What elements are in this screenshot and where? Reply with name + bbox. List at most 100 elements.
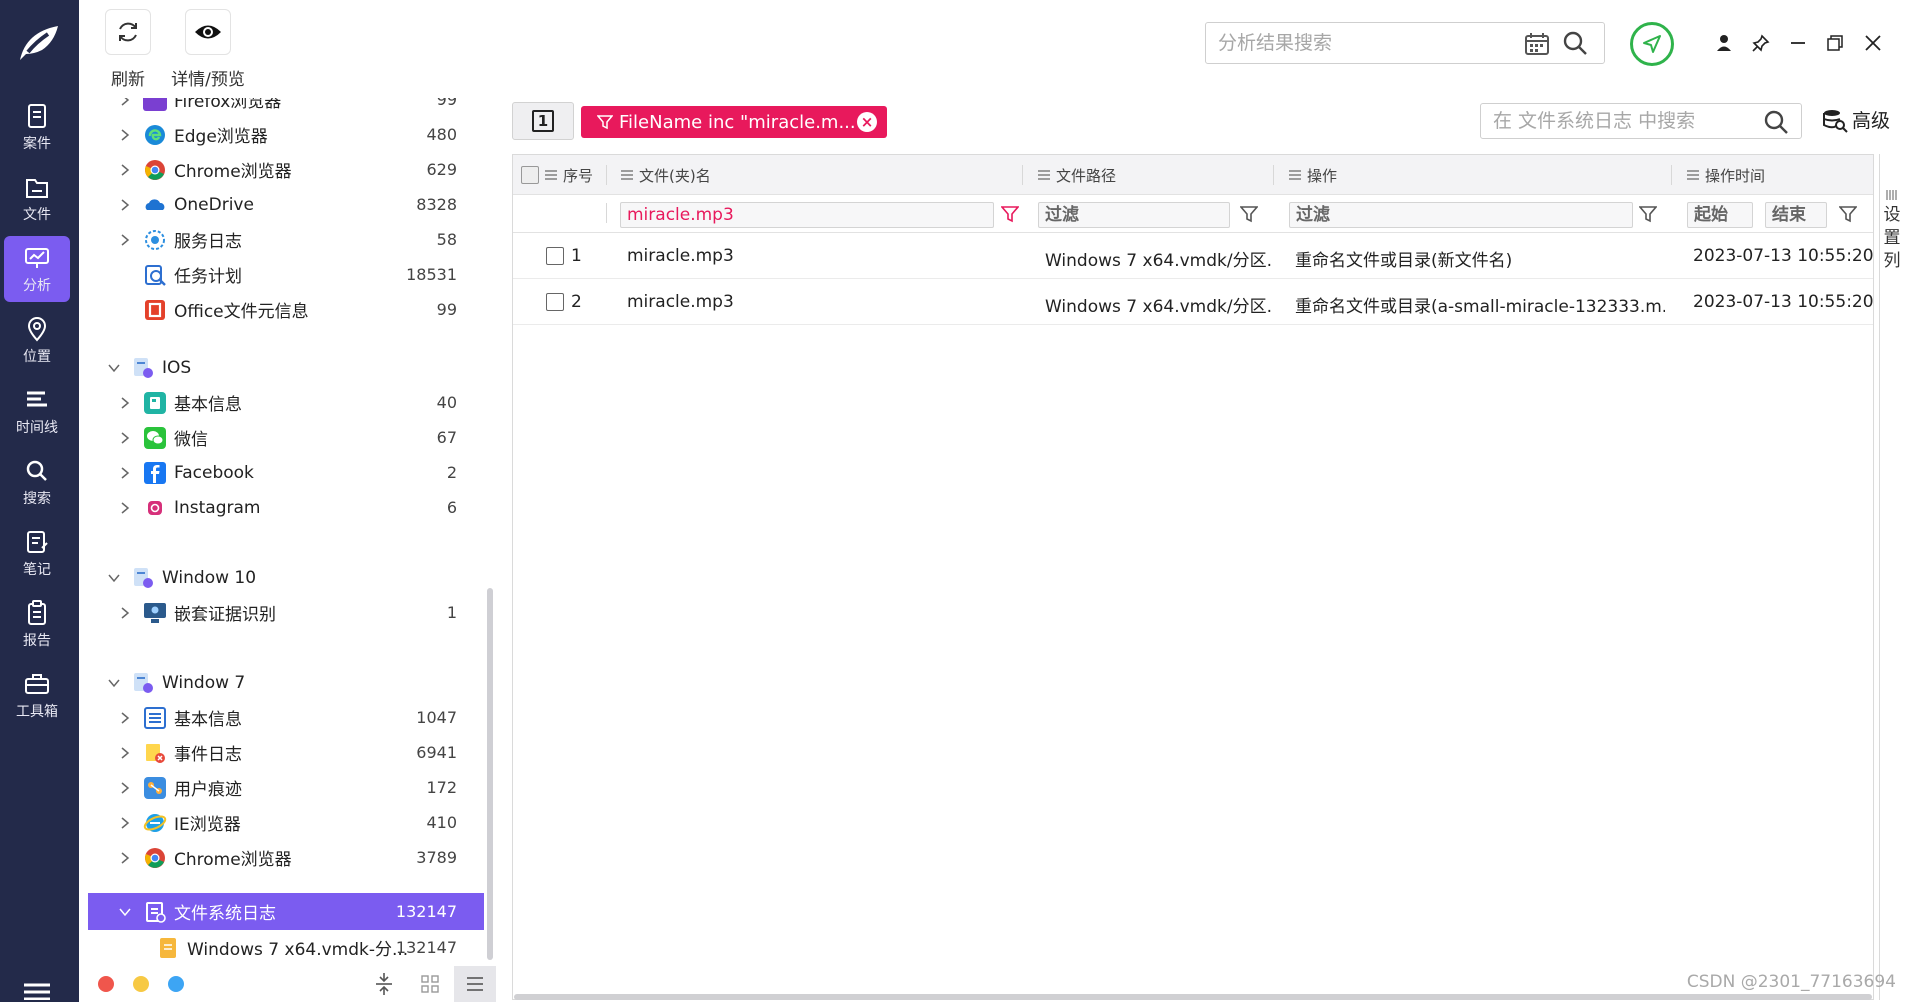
tree-item-w7-vmdk[interactable]: Windows 7 x64.vmdk-分... 132147 — [88, 930, 484, 965]
tree-item-instagram[interactable]: Instagram 6 — [88, 490, 484, 525]
tree-item-scheduled-task[interactable]: 任务计划 18531 — [88, 257, 484, 292]
tree-item-onedrive[interactable]: OneDrive 8328 — [88, 187, 484, 222]
nav-item-location[interactable]: 位置 — [4, 307, 70, 373]
grid-view-icon[interactable] — [418, 972, 442, 996]
chevron-right-icon[interactable] — [118, 163, 132, 177]
column-header-index[interactable]: 序号 — [545, 155, 593, 195]
tree-count: 99 — [436, 300, 457, 319]
chevron-right-icon[interactable] — [118, 501, 132, 515]
yellow-dot-icon[interactable] — [133, 976, 149, 992]
tree-group-ios[interactable]: IOS — [88, 350, 484, 385]
tree-item-w7-chrome[interactable]: Chrome浏览器 3789 — [88, 840, 484, 875]
chevron-down-icon[interactable] — [107, 361, 121, 375]
filter-funnel-icon[interactable] — [1240, 205, 1258, 223]
path-filter-input[interactable] — [1039, 203, 1229, 227]
tree-item-chrome[interactable]: Chrome浏览器 629 — [88, 152, 484, 187]
chevron-right-icon[interactable] — [118, 98, 132, 107]
operation-filter-input[interactable] — [1290, 203, 1632, 227]
user-icon[interactable] — [1711, 30, 1737, 56]
tree-group-window7[interactable]: Window 7 — [88, 665, 484, 700]
chevron-right-icon[interactable] — [118, 396, 132, 410]
red-dot-icon[interactable] — [98, 976, 114, 992]
close-icon[interactable]: × — [857, 112, 877, 132]
chevron-down-icon[interactable] — [118, 905, 132, 919]
filter-funnel-icon[interactable] — [1001, 205, 1019, 223]
nav-item-report[interactable]: 报告 — [4, 591, 70, 657]
tree-item-wechat[interactable]: 微信 67 — [88, 420, 484, 455]
menu-icon[interactable] — [24, 982, 50, 1000]
collapse-icon[interactable] — [372, 972, 396, 996]
filename-filter-input[interactable] — [621, 203, 993, 227]
analysis-search-input[interactable] — [1218, 31, 1508, 55]
chevron-right-icon[interactable] — [118, 606, 132, 620]
list-view-icon[interactable] — [454, 966, 496, 1002]
column-settings-tab[interactable]: 设置列 — [1879, 154, 1903, 1000]
nav-item-file[interactable]: 文件 — [4, 165, 70, 231]
chevron-right-icon[interactable] — [118, 466, 132, 480]
panel-toggle-button[interactable]: 1 — [512, 102, 574, 140]
chevron-down-icon[interactable] — [107, 676, 121, 690]
pin-icon[interactable] — [1748, 30, 1774, 56]
search-icon[interactable] — [1763, 109, 1789, 135]
chevron-right-icon[interactable] — [118, 851, 132, 865]
tree-item-w7-ie[interactable]: IE浏览器 410 — [88, 805, 484, 840]
nav-item-search[interactable]: 搜索 — [4, 449, 70, 515]
tree-item-w7-fs-log[interactable]: 文件系统日志 132147 — [88, 893, 484, 930]
column-header-time[interactable]: 操作时间 — [1687, 155, 1765, 195]
nav-item-case[interactable]: 案件 — [4, 94, 70, 160]
chevron-right-icon[interactable] — [118, 233, 132, 247]
minimize-icon[interactable] — [1785, 30, 1811, 56]
chevron-right-icon[interactable] — [118, 198, 132, 212]
tree-item-w7-user-trace[interactable]: 用户痕迹 172 — [88, 770, 484, 805]
chevron-right-icon[interactable] — [118, 746, 132, 760]
advanced-search-button[interactable]: 高级 — [1822, 106, 1890, 133]
tree-item-service-log[interactable]: 服务日志 58 — [88, 222, 484, 257]
chevron-right-icon[interactable] — [118, 128, 132, 142]
nav-item-timeline[interactable]: 时间线 — [4, 378, 70, 444]
chevron-right-icon[interactable] — [118, 816, 132, 830]
restore-icon[interactable] — [1822, 30, 1848, 56]
column-header-path[interactable]: 文件路径 — [1038, 155, 1116, 195]
tree-scrollbar[interactable] — [487, 588, 493, 960]
chevron-right-icon[interactable] — [118, 781, 132, 795]
list-doc-icon — [144, 706, 166, 729]
tree-group-window10[interactable]: Window 10 — [88, 560, 484, 595]
time-end-input[interactable] — [1766, 203, 1826, 227]
tree-item-edge[interactable]: Edge浏览器 480 — [88, 117, 484, 152]
table-horizontal-scrollbar[interactable] — [514, 994, 1872, 1000]
filter-funnel-icon[interactable] — [1839, 205, 1857, 223]
chevron-down-icon[interactable] — [107, 571, 121, 585]
chevron-right-icon[interactable] — [118, 431, 132, 445]
nav-label: 搜索 — [23, 490, 51, 507]
select-all-checkbox[interactable] — [521, 166, 539, 184]
detail-preview-button[interactable]: 详情/预览 — [168, 9, 248, 90]
active-filter-chip[interactable]: FileName inc "miracle.m... × — [581, 106, 887, 138]
row-checkbox[interactable] — [546, 247, 564, 265]
chevron-right-icon[interactable] — [118, 711, 132, 725]
nav-item-note[interactable]: 笔记 — [4, 520, 70, 586]
table-row[interactable]: 1 miracle.mp3 Windows 7 x64.vmdk/分区... 重… — [513, 234, 1874, 279]
send-button[interactable] — [1630, 22, 1674, 66]
column-header-operation[interactable]: 操作 — [1289, 155, 1337, 195]
tree-item-w7-basic[interactable]: 基本信息 1047 — [88, 700, 484, 735]
nav-item-analysis[interactable]: 分析 — [4, 236, 70, 302]
blue-dot-icon[interactable] — [168, 976, 184, 992]
tree-item-firefox[interactable]: Firefox浏览器 99 — [88, 98, 484, 117]
log-search-input[interactable] — [1493, 109, 1753, 133]
tree-item-facebook[interactable]: Facebook 2 — [88, 455, 484, 490]
close-icon[interactable] — [1860, 30, 1886, 56]
tree-item-nested-evidence[interactable]: 嵌套证据识别 1 — [88, 595, 484, 630]
filter-funnel-icon[interactable] — [1639, 205, 1657, 223]
column-header-filename[interactable]: 文件(夹)名 — [621, 155, 711, 195]
table-row[interactable]: 2 miracle.mp3 Windows 7 x64.vmdk/分区... 重… — [513, 280, 1874, 325]
search-icon[interactable] — [1562, 30, 1588, 56]
calendar-icon[interactable] — [1524, 32, 1550, 56]
tree-item-office-meta[interactable]: Office文件元信息 99 — [88, 292, 484, 327]
nav-label: 时间线 — [16, 419, 58, 436]
refresh-button[interactable]: 刷新 — [105, 9, 151, 90]
time-start-input[interactable] — [1688, 203, 1752, 227]
tree-item-ios-basic[interactable]: 基本信息 40 — [88, 385, 484, 420]
tree-item-w7-eventlog[interactable]: 事件日志 6941 — [88, 735, 484, 770]
nav-item-toolbox[interactable]: 工具箱 — [4, 662, 70, 728]
row-checkbox[interactable] — [546, 293, 564, 311]
